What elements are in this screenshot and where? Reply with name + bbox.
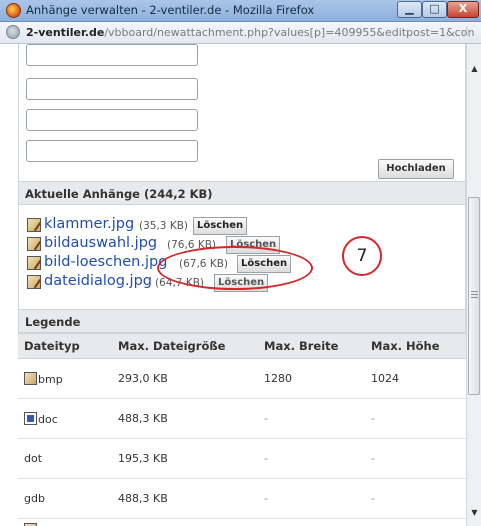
max-height-cell: - xyxy=(365,478,466,519)
max-height-cell: 1024 xyxy=(365,358,466,399)
max-size-cell xyxy=(112,518,258,526)
image-file-icon xyxy=(27,237,41,251)
url-path: /vbboard/newattachment.php?values[p]=409… xyxy=(104,26,475,39)
vertical-scrollbar[interactable]: ▲ ▼ xyxy=(466,44,481,526)
table-row: gdb 488,3 KB - - xyxy=(18,478,466,519)
scroll-up-icon[interactable]: ▲ xyxy=(467,62,481,76)
bookmark-star-icon[interactable]: ☆ xyxy=(460,23,473,41)
doc-file-icon xyxy=(24,411,37,425)
file-field[interactable] xyxy=(26,109,198,131)
page-content: Hochladen Aktuelle Anhänge (244,2 KB) kl… xyxy=(0,44,481,526)
url-text[interactable]: 2-ventiler.de/vbboard/newattachment.php?… xyxy=(26,26,474,39)
max-width-cell: - xyxy=(258,438,365,479)
title-bar: Anhänge verwalten - 2-ventiler.de - Mozi… xyxy=(0,0,481,22)
image-file-icon xyxy=(27,256,41,270)
grip-icon xyxy=(471,291,478,299)
scrollbar-thumb[interactable] xyxy=(468,197,480,395)
column-header: Max. Höhe xyxy=(365,333,466,359)
table-row: bmp 293,0 KB 1280 1024 xyxy=(18,358,466,399)
max-height-cell xyxy=(365,518,466,526)
table-row xyxy=(18,518,466,526)
file-field[interactable] xyxy=(26,78,198,100)
table-row: dot 195,3 KB - - xyxy=(18,438,466,479)
file-field[interactable] xyxy=(26,140,198,162)
attachment-link[interactable]: dateidialog.jpg xyxy=(44,273,152,289)
attachment-link[interactable]: bildauswahl.jpg xyxy=(44,235,157,251)
filetype-label: doc xyxy=(38,412,58,426)
max-size-cell: 293,0 KB xyxy=(112,358,258,399)
legend-table: Dateityp Max. Dateigröße Max. Breite Max… xyxy=(18,333,466,526)
max-size-cell: 195,3 KB xyxy=(112,438,258,479)
legend-header-row: Dateityp Max. Dateigröße Max. Breite Max… xyxy=(18,333,466,359)
legend-header: Legende xyxy=(18,309,466,333)
window-title: Anhänge verwalten - 2-ventiler.de - Mozi… xyxy=(26,3,315,17)
attachments-header: Aktuelle Anhänge (244,2 KB) xyxy=(18,181,466,205)
max-height-cell: - xyxy=(365,398,466,439)
filetype-cell: dot xyxy=(18,438,112,479)
delete-button[interactable]: Löschen xyxy=(193,217,248,235)
column-header: Max. Breite xyxy=(258,333,365,359)
max-size-cell: 488,3 KB xyxy=(112,478,258,519)
filetype-cell: gdb xyxy=(18,478,112,519)
table-row: doc 488,3 KB - - xyxy=(18,398,466,439)
bmp-file-icon xyxy=(24,371,37,385)
max-width-cell: - xyxy=(258,398,365,439)
attachment-size: (35,3 KB) xyxy=(139,220,188,232)
maximize-button[interactable]: □ xyxy=(422,1,447,18)
max-height-cell: - xyxy=(365,438,466,479)
file-field[interactable] xyxy=(26,44,198,66)
highlight-ellipse xyxy=(157,246,313,290)
max-size-cell: 488,3 KB xyxy=(112,398,258,439)
column-header: Dateityp xyxy=(18,333,112,359)
max-width-cell: - xyxy=(258,478,365,519)
url-domain: 2-ventiler.de xyxy=(26,26,105,39)
globe-icon xyxy=(6,25,20,39)
filetype-cell: doc xyxy=(18,398,112,439)
upload-button[interactable]: Hochladen xyxy=(378,159,454,179)
close-button[interactable]: X xyxy=(447,1,479,18)
firefox-icon xyxy=(6,3,21,18)
minimize-button[interactable]: ▁ xyxy=(397,1,422,18)
column-header: Max. Dateigröße xyxy=(112,333,258,359)
filetype-cell: bmp xyxy=(18,358,112,399)
filetype-cell xyxy=(18,518,112,526)
file-icon xyxy=(24,522,37,526)
address-bar[interactable]: 2-ventiler.de/vbboard/newattachment.php?… xyxy=(0,22,481,44)
max-width-cell: 1280 xyxy=(258,358,365,399)
filetype-label: bmp xyxy=(38,372,63,386)
scroll-down-icon[interactable]: ▼ xyxy=(467,506,481,520)
image-file-icon xyxy=(27,218,41,232)
max-width-cell xyxy=(258,518,365,526)
attachment-link[interactable]: bild-loeschen.jpg xyxy=(44,254,167,270)
attachment-link[interactable]: klammer.jpg xyxy=(44,216,134,232)
step-number-badge: 7 xyxy=(342,236,382,276)
image-file-icon xyxy=(27,275,41,289)
upload-area: Hochladen xyxy=(18,44,466,181)
